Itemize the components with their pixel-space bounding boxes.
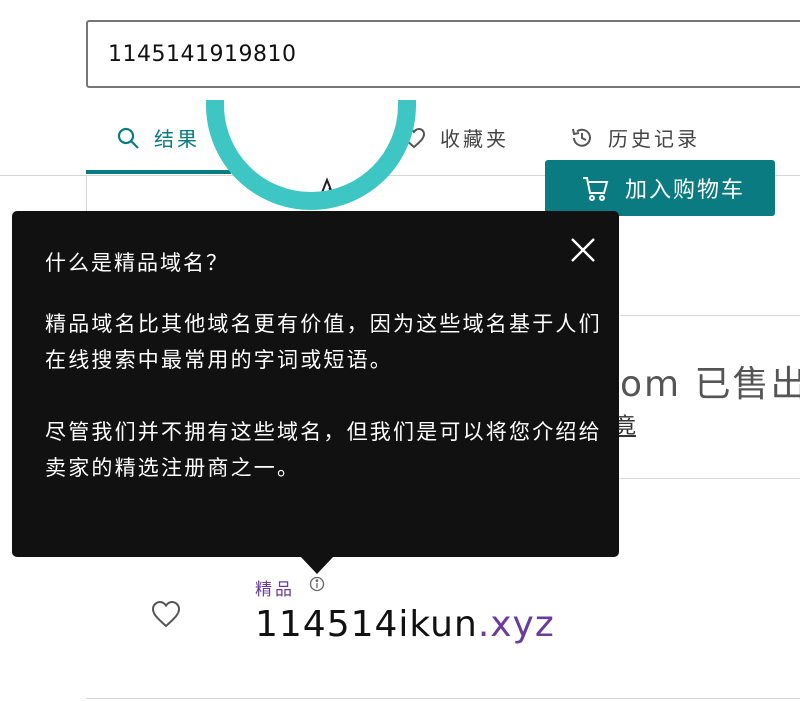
tab-favorites-label: 收藏夹 <box>440 127 509 151</box>
tooltip-paragraph: 精品域名比其他域名更有价值，因为这些域名基于人们在线搜索中最常用的字词或短语。 <box>45 312 602 372</box>
tooltip-title: 什么是精品域名？ <box>45 251 229 275</box>
row-divider <box>620 478 800 479</box>
cart-icon <box>583 177 609 201</box>
tab-results-label: 结果 <box>154 127 200 151</box>
avatar-figure-icon <box>321 177 333 192</box>
add-to-cart-button[interactable]: 加入购物车 <box>545 160 775 216</box>
info-icon[interactable] <box>309 576 325 592</box>
premium-info-tooltip: 什么是精品域名？ 精品域名比其他域名更有价值，因为这些域名基于人们在线搜索中最常… <box>12 211 619 557</box>
sold-status-text: om 已售出 <box>620 364 800 405</box>
domain-name[interactable]: 114514ikun.xyz <box>255 604 555 645</box>
tooltip-body: 精品域名比其他域名更有价值，因为这些域名基于人们在线搜索中最常用的字词或短语。 … <box>45 306 605 486</box>
domain-name-prefix: 114514ikun <box>255 604 478 645</box>
history-icon <box>572 128 591 147</box>
close-icon[interactable] <box>568 235 598 265</box>
tooltip-arrow <box>300 556 334 574</box>
row-divider <box>86 698 800 699</box>
search-icon <box>117 127 139 149</box>
search-input-value: 1145141919810 <box>108 41 297 67</box>
tooltip-paragraph: 尽管我们并不拥有这些域名，但我们是可以将您介绍给卖家的精选注册商之一。 <box>45 420 602 480</box>
tab-history-label: 历史记录 <box>608 127 700 151</box>
row-divider <box>620 315 800 316</box>
premium-badge: 精品 <box>255 580 295 600</box>
search-input[interactable]: 1145141919810 <box>86 20 800 88</box>
tab-favorites[interactable]: 收藏夹 <box>402 100 509 175</box>
active-tab-indicator <box>86 170 231 174</box>
avatar <box>206 100 416 210</box>
favorite-heart-icon[interactable] <box>150 598 182 630</box>
add-to-cart-label: 加入购物车 <box>625 178 746 203</box>
domain-name-tld: .xyz <box>477 604 555 645</box>
tab-results[interactable]: 结果 <box>116 100 200 175</box>
